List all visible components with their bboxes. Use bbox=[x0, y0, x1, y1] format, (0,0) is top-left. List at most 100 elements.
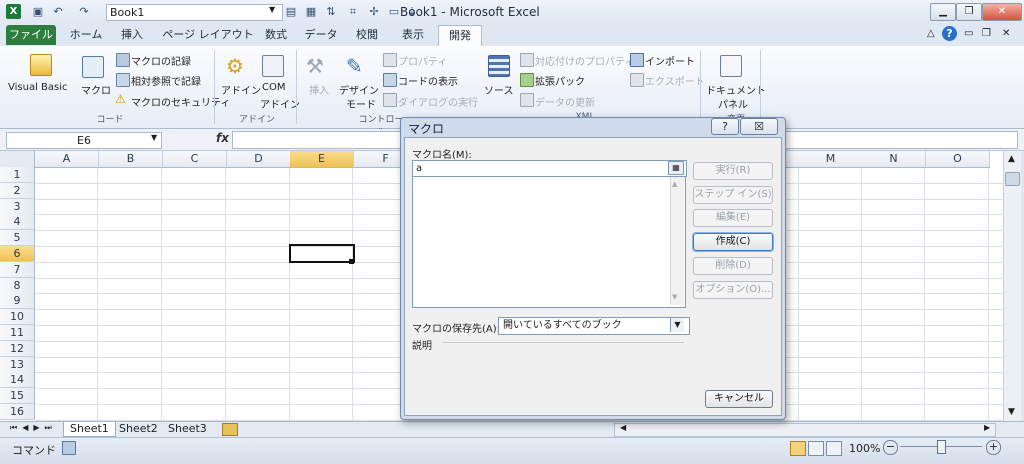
row-header[interactable]: 2 bbox=[0, 182, 35, 199]
map-properties-button[interactable]: 対応付けのプロパティ bbox=[535, 53, 634, 68]
help-icon[interactable]: ? bbox=[942, 26, 957, 41]
sheet-tab-3[interactable]: Sheet3 bbox=[162, 422, 213, 436]
tab-data[interactable]: データ bbox=[300, 25, 342, 45]
ribbon-collapse-icon[interactable]: △ bbox=[927, 28, 935, 39]
scroll-up-arrow[interactable]: ▲ bbox=[672, 180, 677, 188]
dialog-close-button[interactable]: ☒ bbox=[740, 118, 778, 135]
row-header[interactable]: 15 bbox=[0, 388, 35, 405]
redo-icon[interactable]: ↷ bbox=[76, 4, 92, 20]
chevron-down-icon[interactable]: ▼ bbox=[151, 133, 157, 142]
column-header[interactable]: C bbox=[163, 151, 227, 168]
row-header[interactable]: 12 bbox=[0, 340, 35, 357]
create-button[interactable]: 作成(C) bbox=[693, 233, 773, 251]
selected-cell[interactable] bbox=[289, 244, 355, 263]
run-dialog-button[interactable]: ダイアログの実行 bbox=[398, 94, 478, 109]
tab-developer[interactable]: 開発 bbox=[438, 25, 482, 47]
delete-button[interactable]: 削除(D) bbox=[693, 257, 773, 275]
scroll-thumb[interactable] bbox=[1005, 172, 1020, 186]
row-header[interactable]: 10 bbox=[0, 309, 35, 326]
row-header[interactable]: 6 bbox=[0, 246, 35, 262]
ribbon-minimize-icon[interactable]: ▭ bbox=[964, 28, 973, 39]
page-break-view-icon[interactable] bbox=[826, 441, 842, 456]
options-button[interactable]: オプション(O)... bbox=[693, 281, 773, 299]
column-header[interactable]: M bbox=[799, 151, 863, 168]
sheet-tab-1[interactable]: Sheet1 bbox=[63, 422, 116, 437]
zoom-in-icon[interactable]: + bbox=[986, 440, 1001, 455]
ribbon-restore-icon[interactable]: ❐ bbox=[982, 28, 991, 39]
select-all-corner[interactable] bbox=[0, 151, 35, 168]
row-header[interactable]: 16 bbox=[0, 404, 35, 420]
collapse-dialog-icon[interactable]: ▦ bbox=[668, 161, 684, 175]
edit-button[interactable]: 編集(E) bbox=[693, 209, 773, 227]
row-header[interactable]: 13 bbox=[0, 356, 35, 373]
record-macro-button[interactable]: マクロの記録 bbox=[131, 53, 191, 68]
scroll-down-arrow[interactable]: ▼ bbox=[672, 293, 677, 301]
column-header[interactable]: N bbox=[862, 151, 926, 168]
ribbon-close-icon[interactable]: ✕ bbox=[1002, 28, 1010, 39]
tab-file[interactable]: ファイル bbox=[6, 25, 56, 45]
insert-sheet-icon[interactable] bbox=[222, 423, 238, 436]
addins-button[interactable]: アドイン bbox=[221, 82, 261, 97]
name-box[interactable]: E6 bbox=[6, 132, 162, 149]
tab-page-layout[interactable]: ページ レイアウト bbox=[160, 25, 256, 45]
zoom-level[interactable]: 100% bbox=[849, 442, 880, 455]
store-in-select[interactable]: 開いているすべてのブック bbox=[498, 317, 690, 335]
form-icon[interactable]: ▤ bbox=[283, 4, 299, 20]
view-code-button[interactable]: コードの表示 bbox=[398, 73, 458, 88]
tab-review[interactable]: 校閲 bbox=[346, 25, 388, 45]
row-header[interactable]: 11 bbox=[0, 325, 35, 341]
export-button[interactable]: エクスポート bbox=[645, 73, 705, 88]
zoom-out-icon[interactable]: − bbox=[883, 440, 898, 455]
insert-function-button[interactable]: fx bbox=[216, 131, 229, 145]
macro-list-scrollbar[interactable] bbox=[670, 177, 684, 305]
undo-icon[interactable]: ↶ bbox=[50, 4, 66, 20]
tab-home[interactable]: ホーム bbox=[66, 25, 106, 45]
column-header[interactable]: A bbox=[35, 151, 99, 168]
dialog-help-button[interactable]: ? bbox=[711, 118, 739, 135]
row-header[interactable]: 3 bbox=[0, 198, 35, 215]
column-header[interactable]: D bbox=[227, 151, 291, 168]
properties-button[interactable]: プロパティ bbox=[398, 53, 447, 68]
row-header[interactable]: 1 bbox=[0, 167, 35, 183]
filter-icon[interactable]: ⌗ bbox=[345, 4, 361, 20]
cancel-button[interactable]: キャンセル bbox=[705, 390, 773, 408]
sheet-tab-2[interactable]: Sheet2 bbox=[113, 422, 164, 436]
qat-workbook-combo[interactable]: Book1 bbox=[106, 4, 283, 21]
design-mode-button-line1[interactable]: デザイン bbox=[339, 82, 379, 97]
column-header[interactable]: B bbox=[99, 151, 163, 168]
chevron-down-icon[interactable]: ▼ bbox=[269, 5, 275, 14]
page-layout-view-icon[interactable] bbox=[808, 441, 824, 456]
macro-name-input[interactable]: a bbox=[412, 160, 687, 177]
xml-source-button[interactable]: ソース bbox=[484, 82, 514, 97]
macro-security-button[interactable]: マクロのセキュリティ bbox=[131, 94, 230, 109]
scroll-down-arrow[interactable]: ▼ bbox=[1004, 405, 1019, 420]
com-addins-button-line1[interactable]: COM bbox=[262, 82, 285, 93]
column-header[interactable]: O bbox=[926, 151, 990, 168]
visual-basic-button[interactable]: Visual Basic bbox=[8, 82, 68, 93]
scroll-right-arrow[interactable]: ▶ bbox=[984, 423, 990, 432]
expansion-pack-button[interactable]: 拡張パック bbox=[535, 73, 585, 88]
tab-insert[interactable]: 挿入 bbox=[112, 25, 152, 45]
horizontal-scrollbar[interactable] bbox=[614, 423, 996, 437]
row-header[interactable]: 4 bbox=[0, 214, 35, 231]
sort-icon[interactable]: ⇅ bbox=[323, 4, 339, 20]
restore-button[interactable]: ❐ bbox=[956, 3, 982, 21]
run-button[interactable]: 実行(R) bbox=[693, 162, 773, 180]
row-header[interactable]: 14 bbox=[0, 372, 35, 389]
fill-handle[interactable] bbox=[349, 259, 354, 264]
macro-list[interactable] bbox=[412, 176, 686, 308]
tab-view[interactable]: 表示 bbox=[392, 25, 434, 45]
scroll-left-arrow[interactable]: ◀ bbox=[620, 423, 626, 432]
save-icon[interactable]: ▣ bbox=[30, 4, 46, 20]
import-button[interactable]: インポート bbox=[645, 53, 695, 68]
connect-icon[interactable]: ✢ bbox=[366, 4, 382, 20]
relative-reference-button[interactable]: 相対参照で記録 bbox=[131, 73, 201, 88]
macro-button[interactable]: マクロ bbox=[81, 82, 111, 97]
step-into-button[interactable]: ステップ イン(S) bbox=[693, 186, 773, 204]
tab-formulas[interactable]: 数式 bbox=[256, 25, 296, 45]
normal-view-icon[interactable] bbox=[790, 441, 806, 456]
row-header[interactable]: 5 bbox=[0, 230, 35, 247]
scroll-up-arrow[interactable]: ▲ bbox=[1004, 152, 1019, 167]
document-panel-button-line1[interactable]: ドキュメント bbox=[706, 82, 766, 97]
close-button[interactable]: ✕ bbox=[982, 3, 1022, 21]
